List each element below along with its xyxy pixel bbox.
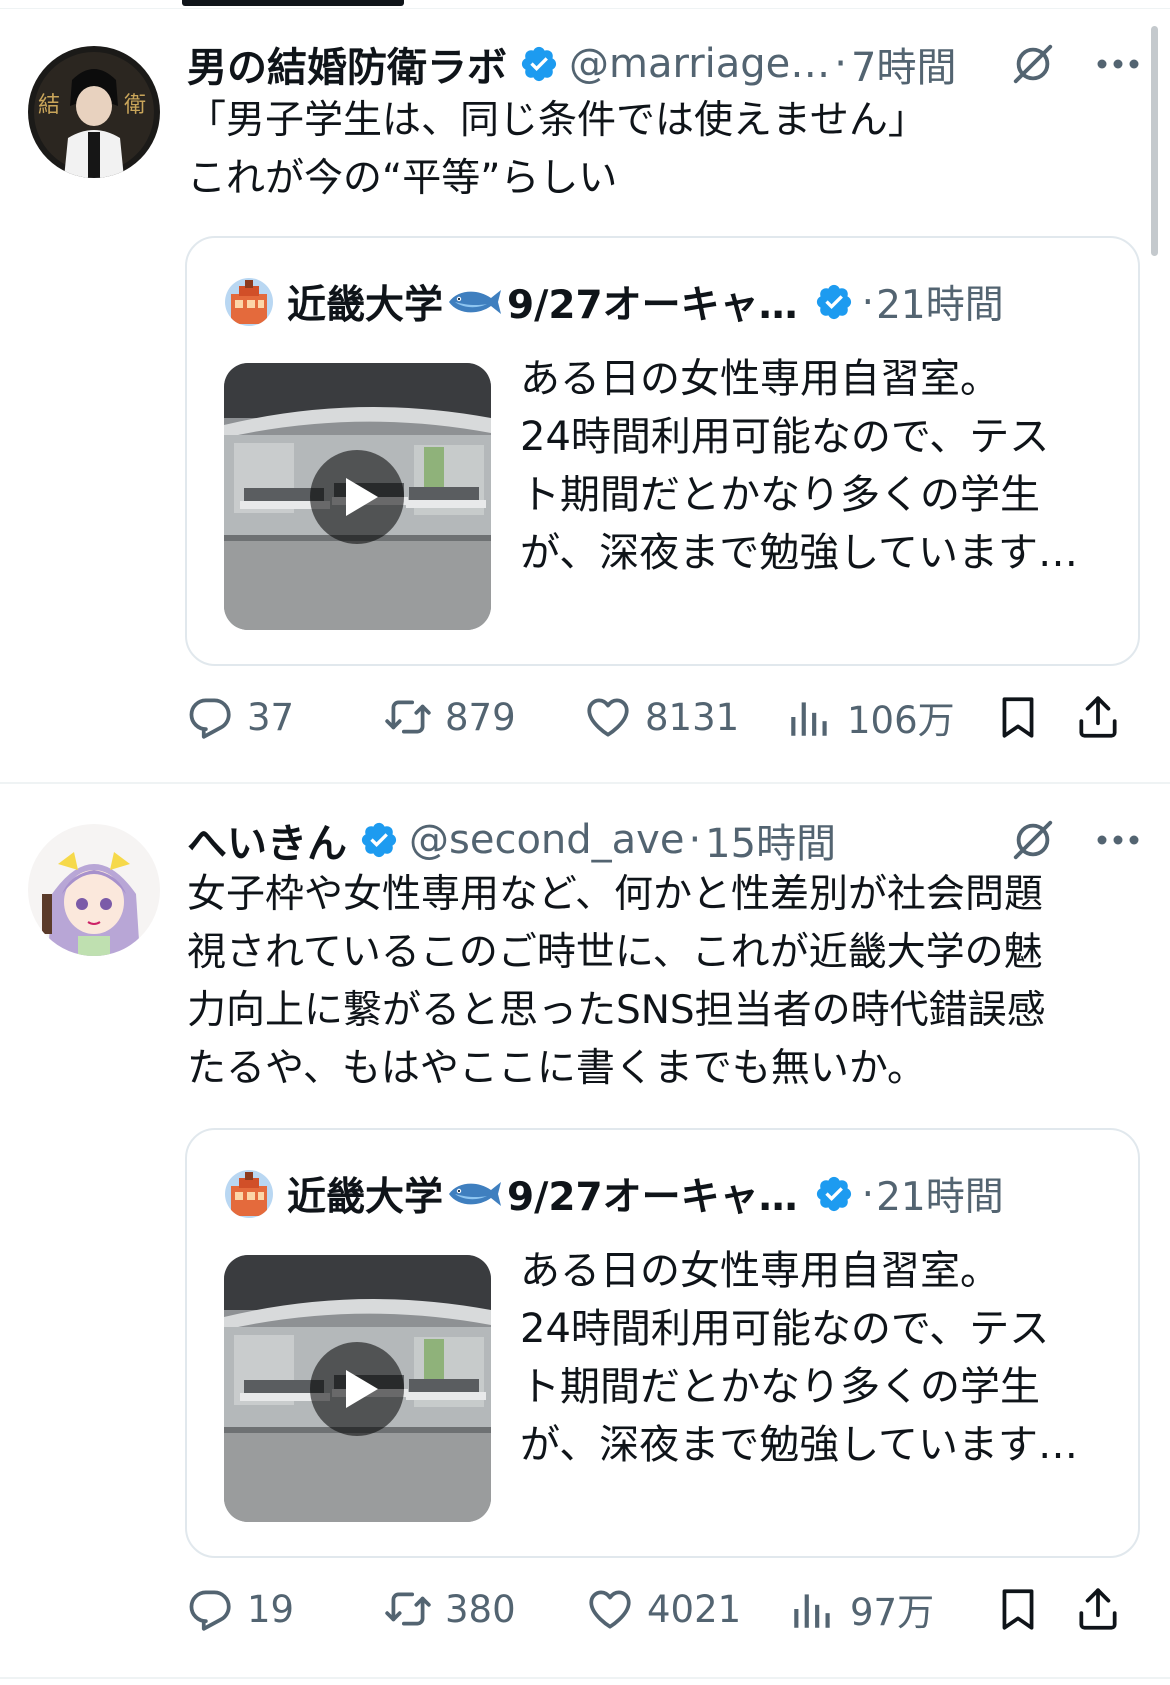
quote-text-line: 24時間利用可能なので、テス	[520, 1306, 1050, 1352]
quote-text: ある日の女性専用自習室。 24時間利用可能なので、テス ト期間だとかなり多くの学…	[520, 350, 1110, 582]
tweet-text: 女子枠や女性専用など、何かと性差別が社会問題 視されているこのご時世に、これが近…	[187, 872, 1046, 1091]
repost-button[interactable]: 879	[383, 687, 516, 747]
like-count: 8131	[645, 695, 740, 739]
views-button[interactable]: 97万	[788, 1579, 934, 1639]
reply-count: 19	[247, 1587, 295, 1631]
more-options-icon[interactable]	[1096, 834, 1140, 846]
author-name[interactable]: 男の結婚防衛ラボ	[187, 35, 507, 93]
bookmark-button[interactable]	[993, 1579, 1043, 1639]
repost-icon	[383, 1584, 433, 1634]
quote-header: 近畿大学 9/27オーキャ… · 21時間	[225, 274, 1004, 330]
quote-author-name[interactable]: 近畿大学	[287, 274, 443, 330]
separator: ·	[688, 817, 702, 863]
repost-count: 879	[445, 695, 516, 739]
quote-timestamp[interactable]: 21時間	[876, 1166, 1004, 1222]
grok-icon[interactable]	[1010, 817, 1056, 863]
repost-icon	[383, 692, 433, 742]
share-icon	[1073, 692, 1123, 742]
video-thumbnail[interactable]	[224, 363, 491, 630]
reply-icon	[185, 1584, 235, 1634]
quote-avatar[interactable]	[225, 278, 273, 326]
separator: ·	[834, 41, 848, 87]
timestamp[interactable]: 7時間	[851, 35, 956, 93]
share-button[interactable]	[1073, 1579, 1123, 1639]
grok-icon[interactable]	[1010, 41, 1056, 87]
tweet-text: 「男子学生は、同じ条件では使えません」 これが今の“平等”らしい	[187, 98, 927, 201]
quote-text-line: ある日の女性専用自習室。	[520, 356, 1000, 402]
share-icon	[1073, 1584, 1123, 1634]
separator: ·	[861, 279, 875, 325]
fish-icon	[445, 284, 505, 320]
quote-text-line: ト期間だとかなり多くの学生	[520, 1364, 1040, 1410]
author-name[interactable]: へいきん	[187, 811, 347, 869]
action-bar: 19 380 4021 97万	[185, 1579, 1140, 1639]
quoted-tweet[interactable]: 近畿大学 9/27オーキャ… · 21時間 ある日の女性専用自習室。 24時間利…	[185, 236, 1140, 666]
views-count: 106万	[847, 699, 955, 742]
quote-text-line: が、深夜まで勉強しています…	[520, 1422, 1078, 1468]
quote-author-name-suffix[interactable]: 9/27オーキャ…	[507, 1166, 798, 1222]
separator: ·	[861, 1171, 875, 1217]
tweet-divider	[0, 782, 1170, 784]
views-icon	[785, 692, 835, 742]
video-thumbnail[interactable]	[224, 1255, 491, 1522]
verified-badge-icon	[814, 282, 854, 322]
share-button[interactable]	[1073, 687, 1123, 747]
more-options-icon[interactable]	[1096, 58, 1140, 70]
quote-text-line: ある日の女性専用自習室。	[520, 1248, 1000, 1294]
verified-badge-icon	[814, 1174, 854, 1214]
play-icon[interactable]	[310, 450, 404, 544]
repost-button[interactable]: 380	[383, 1579, 516, 1639]
quote-timestamp[interactable]: 21時間	[876, 274, 1004, 330]
play-icon[interactable]	[310, 1342, 404, 1436]
tweet-header: へいきん @second_ave · 15時間	[187, 810, 1140, 870]
quote-avatar[interactable]	[225, 1170, 273, 1218]
heart-icon	[583, 692, 633, 742]
reply-button[interactable]: 19	[185, 1579, 294, 1639]
views-icon	[788, 1584, 838, 1634]
reply-count: 37	[247, 695, 295, 739]
author-handle[interactable]: @marriage…	[569, 41, 830, 87]
quote-author-name-suffix[interactable]: 9/27オーキャ…	[507, 274, 798, 330]
tweet[interactable]: 男の結婚防衛ラボ @marriage… · 7時間 「男子学生は、同じ条件では使…	[0, 0, 1170, 790]
bookmark-icon	[993, 692, 1043, 742]
quote-author-name[interactable]: 近畿大学	[287, 1166, 443, 1222]
like-count: 4021	[647, 1587, 742, 1631]
avatar[interactable]	[28, 824, 160, 956]
reply-icon	[185, 692, 235, 742]
quote-header: 近畿大学 9/27オーキャ… · 21時間	[225, 1166, 1004, 1222]
tweet[interactable]: へいきん @second_ave · 15時間 女子枠や女性専用など、何かと性差…	[0, 790, 1170, 1685]
repost-count: 380	[445, 1587, 516, 1631]
tweet-header: 男の結婚防衛ラボ @marriage… · 7時間	[187, 34, 1140, 94]
quoted-tweet[interactable]: 近畿大学 9/27オーキャ… · 21時間 ある日の女性専用自習室。 24時間利…	[185, 1128, 1140, 1558]
quote-text-line: ト期間だとかなり多くの学生	[520, 472, 1040, 518]
author-handle[interactable]: @second_ave	[409, 817, 684, 863]
fish-icon	[445, 1176, 505, 1212]
like-button[interactable]: 8131	[583, 687, 739, 747]
bookmark-icon	[993, 1584, 1043, 1634]
avatar[interactable]	[28, 46, 160, 178]
reply-button[interactable]: 37	[185, 687, 294, 747]
views-count: 97万	[850, 1591, 935, 1634]
heart-icon	[585, 1584, 635, 1634]
verified-badge-icon	[519, 44, 559, 84]
timestamp[interactable]: 15時間	[705, 811, 836, 869]
verified-badge-icon	[359, 820, 399, 860]
action-bar: 37 879 8131 106万	[185, 687, 1140, 747]
bookmark-button[interactable]	[993, 687, 1043, 747]
quote-text-line: 24時間利用可能なので、テス	[520, 414, 1050, 460]
views-button[interactable]: 106万	[785, 687, 955, 747]
quote-text: ある日の女性専用自習室。 24時間利用可能なので、テス ト期間だとかなり多くの学…	[520, 1242, 1110, 1474]
tweet-divider	[0, 1677, 1170, 1679]
like-button[interactable]: 4021	[585, 1579, 741, 1639]
quote-text-line: が、深夜まで勉強しています…	[520, 530, 1078, 576]
